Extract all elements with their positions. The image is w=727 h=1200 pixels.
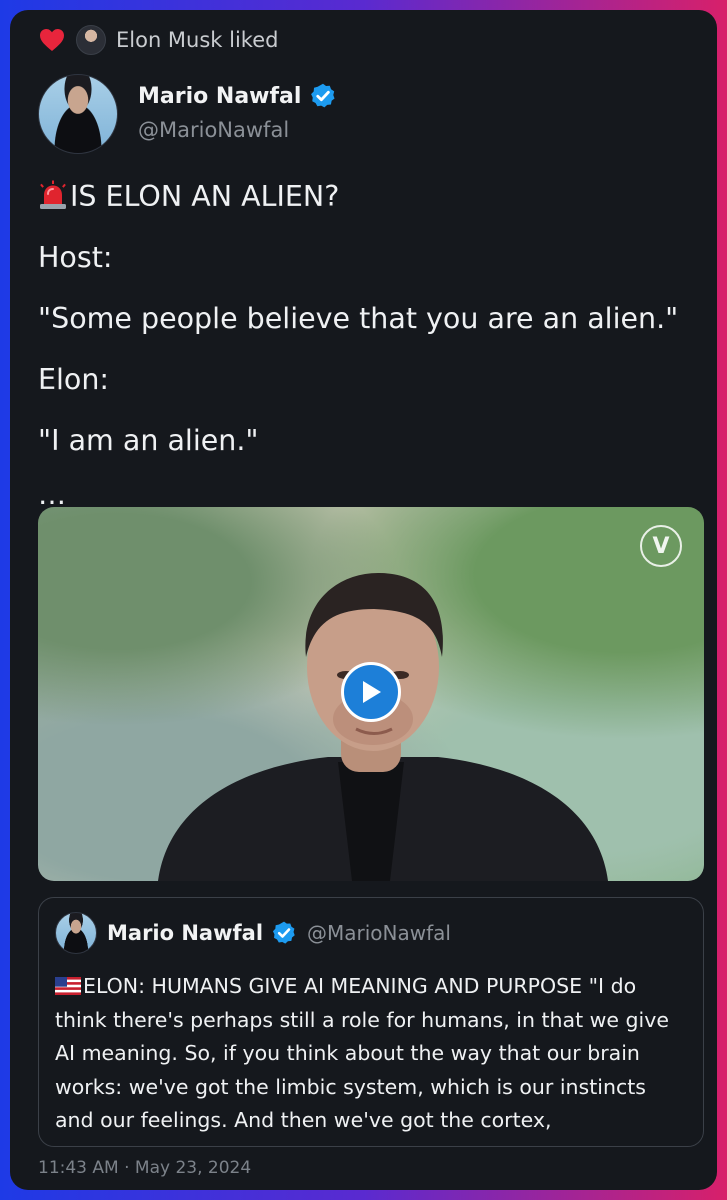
- tweet-card: Elon Musk liked Mario Nawfal @MarioNawfa…: [10, 10, 717, 1190]
- tweet-line-host-quote: "Some people believe that you are an ali…: [38, 302, 679, 335]
- tweet-line-headline: IS ELON AN ALIEN?: [38, 178, 698, 239]
- tweet-timestamp[interactable]: 11:43 AM · May 23, 2024: [38, 1158, 251, 1178]
- video-player[interactable]: V: [38, 507, 704, 881]
- quoted-tweet-header: Mario Nawfal @MarioNawfal: [55, 912, 451, 954]
- tweet-line-elon-label: Elon:: [38, 363, 110, 396]
- siren-icon: [40, 180, 66, 209]
- play-button[interactable]: [341, 662, 401, 722]
- author-avatar[interactable]: [38, 74, 118, 154]
- play-icon: [363, 681, 381, 703]
- tweet-headline: IS ELON AN ALIEN?: [70, 180, 340, 213]
- quoted-tweet-body: ELON: HUMANS GIVE AI MEANING AND PURPOSE…: [55, 970, 695, 1138]
- quoted-line-2: think there's perhaps still a role for h…: [55, 1007, 669, 1032]
- quoted-headline: ELON: HUMANS GIVE AI MEANING AND PURPOSE…: [83, 974, 637, 998]
- verified-badge-icon: [311, 83, 336, 108]
- quoted-line-4: works: we've got the limbic system, whic…: [55, 1074, 646, 1099]
- quoted-line-3: AI meaning. So, if you think about the w…: [55, 1041, 640, 1066]
- quoted-line-1: ELON: HUMANS GIVE AI MEANING AND PURPOSE…: [55, 970, 695, 1004]
- heart-icon: [38, 27, 66, 53]
- liked-by-text[interactable]: Elon Musk liked: [116, 28, 278, 52]
- author-display-name[interactable]: Mario Nawfal: [138, 84, 301, 109]
- author-meta: Mario Nawfal @MarioNawfal: [138, 82, 337, 142]
- us-flag-icon: [55, 977, 81, 995]
- social-context: Elon Musk liked: [38, 24, 278, 56]
- quoted-line-5: and our feelings. And then we've got the…: [55, 1108, 552, 1133]
- display-name-row: Mario Nawfal: [138, 82, 337, 110]
- quoted-author-handle[interactable]: @MarioNawfal: [307, 921, 451, 945]
- tweet-text: IS ELON AN ALIEN? Host: "Some people bel…: [38, 178, 698, 483]
- tweet-line-elon-quote: "I am an alien.": [38, 424, 259, 457]
- quoted-tweet[interactable]: Mario Nawfal @MarioNawfal ELON: HUMANS G…: [38, 897, 704, 1147]
- liker-avatar[interactable]: [76, 25, 106, 55]
- tweet-line-host-label: Host:: [38, 241, 113, 274]
- quoted-author-display-name[interactable]: Mario Nawfal: [107, 921, 263, 945]
- verified-badge-icon: [272, 921, 295, 944]
- video-channel-badge: V: [640, 525, 682, 567]
- quoted-author-avatar[interactable]: [55, 912, 97, 954]
- author-handle[interactable]: @MarioNawfal: [138, 118, 337, 142]
- tweet-author: Mario Nawfal @MarioNawfal: [38, 74, 337, 154]
- tweet-truncation: …: [38, 478, 66, 511]
